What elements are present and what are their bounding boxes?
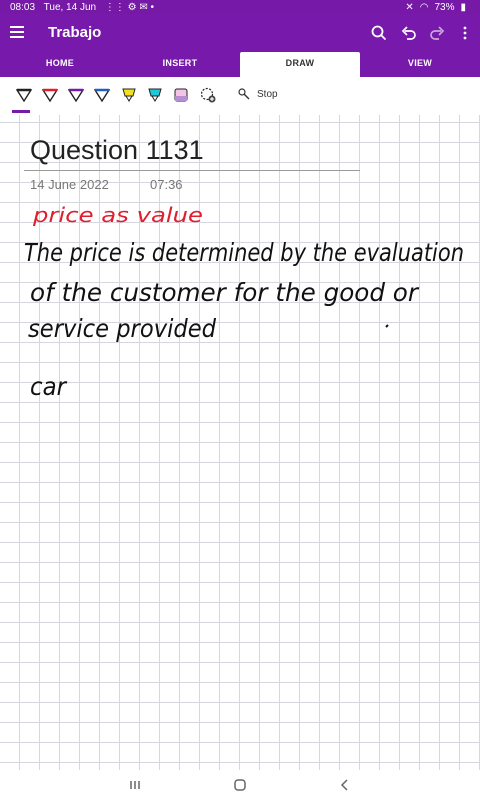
blue-pen-icon[interactable]: [93, 87, 111, 105]
ribbon-tabs: HOME INSERT DRAW VIEW: [0, 52, 480, 77]
handwriting-layer: .hw { font-family:"DejaVu Sans", sans-se…: [24, 203, 464, 401]
ink-heading: price as value: [32, 203, 203, 227]
status-left: 08:03 Tue, 14 Jun ⋮⋮ ⚙ ✉ •: [10, 2, 160, 13]
more-options-icon[interactable]: [456, 24, 474, 42]
system-nav-bar: [0, 770, 480, 800]
hamburger-menu-icon[interactable]: [10, 26, 24, 41]
lasso-icon: [238, 88, 250, 100]
redo-icon[interactable]: [428, 24, 446, 42]
pink-highlighter-icon[interactable]: [173, 87, 189, 105]
ink-line-4: car: [30, 372, 68, 401]
stop-label: Stop: [257, 88, 278, 100]
battery-icon: ▮: [460, 1, 466, 13]
cyan-highlighter-icon[interactable]: [147, 87, 163, 105]
ink-dot: [385, 324, 389, 328]
selected-tool-indicator: [12, 110, 30, 113]
ink-line-3: service provided: [28, 314, 216, 343]
tab-view[interactable]: VIEW: [360, 52, 480, 77]
tab-draw[interactable]: DRAW: [240, 52, 360, 77]
ink-line-2: of the customer for the good or: [30, 278, 420, 307]
battery-level: 73%: [434, 1, 455, 13]
notebook-title: Trabajo: [48, 24, 102, 41]
recent-apps-icon[interactable]: [128, 778, 142, 792]
black-pen-icon[interactable]: [15, 87, 33, 105]
red-pen-icon[interactable]: [41, 87, 59, 105]
status-right: ✕ ◠ 73% ▮: [405, 2, 472, 13]
note-canvas[interactable]: Question 1131 14 June 2022 07:36 .hw { f…: [0, 115, 480, 770]
home-icon[interactable]: [233, 778, 247, 792]
status-date: Tue, 14 Jun: [43, 1, 97, 13]
undo-icon[interactable]: [400, 24, 418, 42]
back-icon[interactable]: [338, 778, 352, 792]
stop-button[interactable]: Stop: [237, 87, 278, 101]
yellow-highlighter-icon[interactable]: [121, 87, 137, 105]
tab-insert[interactable]: INSERT: [120, 52, 240, 77]
notification-icons: ⋮⋮ ⚙ ✉ •: [104, 1, 155, 13]
wifi-icon: ◠: [419, 1, 429, 13]
status-bar: 08:03 Tue, 14 Jun ⋮⋮ ⚙ ✉ • ✕ ◠ 73% ▮: [0, 0, 480, 14]
purple-pen-icon[interactable]: [67, 87, 85, 105]
tab-home[interactable]: HOME: [0, 52, 120, 77]
status-time: 08:03: [10, 1, 36, 13]
draw-toolbar: Stop: [0, 77, 480, 115]
app-bar: Trabajo: [0, 14, 480, 52]
mute-icon: ✕: [405, 1, 414, 13]
search-icon[interactable]: [370, 24, 388, 42]
ink-line-1: The price is determined by the evaluatio…: [24, 238, 464, 267]
add-tool-icon[interactable]: [200, 87, 216, 105]
